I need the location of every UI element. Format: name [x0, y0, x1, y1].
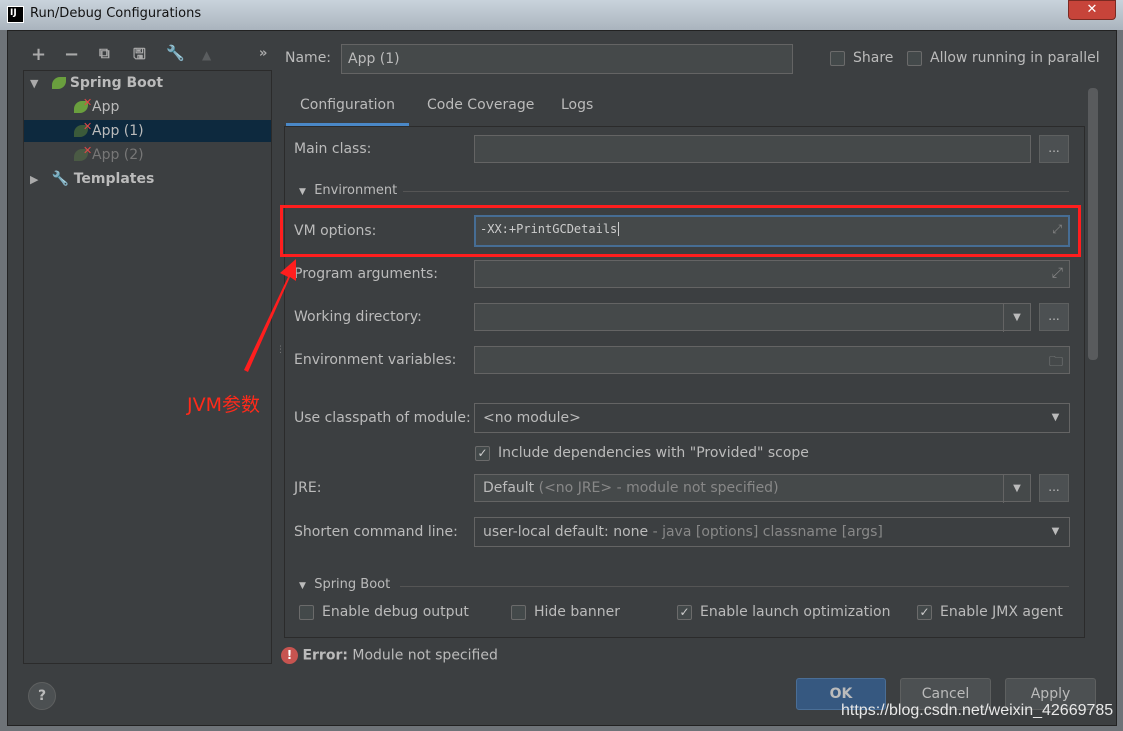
- tree-label: App: [92, 99, 120, 115]
- environment-variables-input[interactable]: 🗀: [474, 346, 1070, 374]
- configuration-panel: [284, 126, 1085, 638]
- spring-boot-error-icon: ✕: [74, 144, 92, 161]
- debug-output-checkbox[interactable]: Enable debug output: [299, 604, 469, 620]
- tree-item-app[interactable]: ✕ App: [74, 96, 119, 118]
- include-deps-checkbox[interactable]: ✓ Include dependencies with "Provided" sc…: [475, 445, 809, 461]
- annotation-label: JVM参数: [187, 394, 260, 416]
- copy-icon[interactable]: ⧉: [99, 44, 110, 62]
- shorten-value: user-local default: none: [483, 524, 649, 540]
- config-tree: ▼ Spring Boot ✕ App ✕ App (1) ✕ App (2) ▶ 🔧…: [23, 70, 272, 664]
- working-directory-label: Working directory:: [294, 309, 422, 325]
- name-input[interactable]: App (1): [341, 44, 793, 74]
- expand-arrow-icon[interactable]: ▶: [30, 173, 38, 186]
- dropdown-arrow-icon[interactable]: ▼: [1003, 475, 1030, 503]
- name-value: App (1): [348, 51, 400, 67]
- tree-label: App (2): [92, 147, 144, 163]
- spring-boot-error-icon: ✕: [74, 96, 92, 113]
- window-title: Run/Debug Configurations: [30, 6, 202, 21]
- remove-icon[interactable]: −: [64, 44, 79, 65]
- close-button[interactable]: ✕: [1068, 0, 1116, 20]
- more-icon[interactable]: »: [259, 46, 267, 61]
- error-label: Error:: [302, 647, 348, 664]
- dropdown-arrow-icon: ▼: [1051, 526, 1060, 537]
- section-label: Spring Boot: [314, 577, 391, 592]
- debug-output-label: Enable debug output: [322, 604, 469, 620]
- tree-node-templates[interactable]: ▶ 🔧 Templates: [30, 168, 154, 190]
- expand-icon[interactable]: ⤢: [1052, 265, 1063, 281]
- main-class-browse-button[interactable]: ...: [1039, 135, 1069, 163]
- program-arguments-input[interactable]: ⤢: [474, 260, 1070, 288]
- main-class-label: Main class:: [294, 141, 372, 157]
- tree-item-app-1[interactable]: ✕ App (1): [24, 120, 271, 142]
- tree-label: App (1): [92, 123, 144, 139]
- jre-browse-button[interactable]: ...: [1039, 474, 1069, 502]
- jre-hint: (<no JRE> - module not specified): [534, 480, 779, 496]
- share-label: Share: [853, 50, 894, 66]
- wrench-icon[interactable]: 🔧: [166, 44, 185, 62]
- tab-logs[interactable]: Logs: [547, 88, 607, 126]
- error-text: Module not specified: [347, 647, 498, 664]
- error-icon: !: [281, 647, 298, 664]
- include-deps-label: Include dependencies with "Provided" sco…: [498, 445, 809, 461]
- divider: [400, 586, 1069, 587]
- intellij-logo: IJ: [7, 6, 24, 23]
- divider: [403, 191, 1069, 192]
- jre-value: Default: [483, 480, 535, 496]
- spring-boot-icon: [51, 77, 66, 89]
- classpath-select[interactable]: <no module> ▼: [474, 403, 1070, 433]
- shorten-label: Shorten command line:: [294, 524, 458, 540]
- name-label: Name:: [285, 50, 332, 66]
- save-icon[interactable]: 🖫: [133, 44, 146, 69]
- main-class-input[interactable]: [474, 135, 1031, 163]
- jmx-agent-checkbox[interactable]: ✓ Enable JMX agent: [917, 604, 1063, 620]
- spring-boot-section[interactable]: ▼ Spring Boot: [299, 577, 390, 592]
- scrollbar[interactable]: [1088, 88, 1098, 360]
- allow-parallel-label: Allow running in parallel: [930, 50, 1100, 66]
- hide-banner-checkbox[interactable]: Hide banner: [511, 604, 620, 620]
- annotation-arrow: [244, 259, 296, 372]
- jmx-agent-label: Enable JMX agent: [940, 604, 1063, 620]
- launch-optimization-checkbox[interactable]: ✓ Enable launch optimization: [677, 604, 890, 620]
- folder-icon[interactable]: 🗀: [1049, 351, 1063, 375]
- hide-banner-label: Hide banner: [534, 604, 620, 620]
- working-directory-browse-button[interactable]: ...: [1039, 303, 1069, 331]
- error-message: ! Error: Module not specified: [281, 647, 498, 664]
- tree-node-spring-boot[interactable]: ▼ Spring Boot: [30, 72, 163, 94]
- environment-section[interactable]: ▼ Environment: [299, 183, 397, 198]
- wrench-icon: 🔧: [51, 171, 70, 187]
- help-button[interactable]: ?: [28, 682, 56, 710]
- launch-optimization-label: Enable launch optimization: [700, 604, 891, 620]
- highlight-box: [280, 205, 1081, 257]
- spring-boot-error-icon: ✕: [74, 120, 92, 137]
- jre-select[interactable]: Default (<no JRE> - module not specified…: [474, 474, 1031, 503]
- watermark: https://blog.csdn.net/weixin_42669785: [841, 702, 1114, 719]
- tree-label: Templates: [73, 171, 155, 187]
- shorten-select[interactable]: user-local default: none - java [options…: [474, 517, 1070, 547]
- share-checkbox[interactable]: Share: [830, 50, 893, 66]
- environment-variables-label: Environment variables:: [294, 352, 457, 368]
- dropdown-arrow-icon: ▼: [1051, 412, 1060, 423]
- classpath-label: Use classpath of module:: [294, 410, 471, 426]
- expand-arrow-icon[interactable]: ▼: [30, 77, 38, 90]
- tree-label: Spring Boot: [69, 75, 164, 91]
- shorten-hint: - java [options] classname [args]: [648, 524, 883, 540]
- allow-parallel-checkbox[interactable]: Allow running in parallel: [907, 50, 1100, 66]
- tab-configuration[interactable]: Configuration: [286, 88, 409, 126]
- program-arguments-label: Program arguments:: [294, 266, 438, 282]
- jre-label: JRE:: [294, 480, 322, 496]
- tree-item-app-2[interactable]: ✕ App (2): [74, 144, 144, 166]
- dropdown-arrow-icon[interactable]: ▼: [1003, 304, 1030, 332]
- working-directory-input[interactable]: ▼: [474, 303, 1031, 332]
- section-label: Environment: [314, 183, 398, 198]
- move-up-icon[interactable]: ▲: [202, 48, 211, 62]
- classpath-value: <no module>: [483, 410, 581, 426]
- add-icon[interactable]: +: [31, 44, 46, 65]
- tab-code-coverage[interactable]: Code Coverage: [413, 88, 548, 126]
